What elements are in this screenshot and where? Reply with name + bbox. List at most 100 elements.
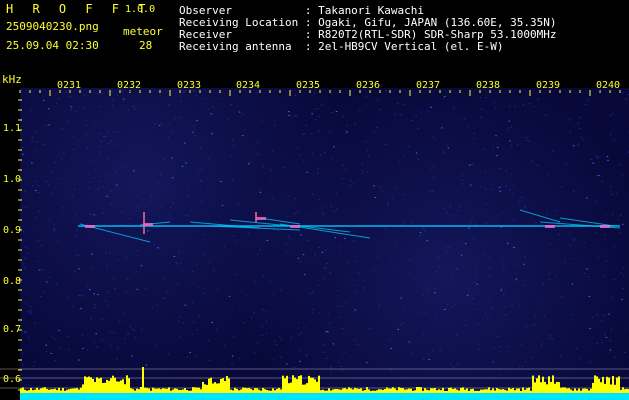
noise-speck xyxy=(390,347,392,349)
noise-speck xyxy=(300,234,302,236)
noise-speck xyxy=(509,140,511,142)
noise-speck xyxy=(588,296,591,298)
noise-speck xyxy=(223,345,226,347)
noise-speck xyxy=(475,269,477,271)
noise-speck xyxy=(510,145,513,147)
noise-speck xyxy=(623,274,625,276)
noise-speck xyxy=(197,173,199,175)
signal-bar xyxy=(158,388,160,393)
noise-speck xyxy=(102,185,104,187)
noise-speck xyxy=(100,146,102,148)
noise-speck xyxy=(129,326,132,328)
signal-bar xyxy=(610,384,612,393)
noise-speck xyxy=(524,205,527,207)
noise-speck xyxy=(94,306,96,308)
noise-speck xyxy=(179,316,181,318)
noise-speck xyxy=(485,188,487,190)
noise-speck xyxy=(622,223,624,225)
signal-bar xyxy=(538,375,540,393)
noise-speck xyxy=(435,139,437,141)
noise-speck xyxy=(274,340,276,342)
signal-bar xyxy=(480,389,482,393)
noise-speck xyxy=(438,265,440,267)
noise-speck xyxy=(419,232,422,234)
signal-bar xyxy=(266,390,268,393)
signal-bar xyxy=(478,390,480,393)
signal-bar xyxy=(164,388,166,393)
noise-speck xyxy=(447,147,450,149)
noise-speck xyxy=(34,180,37,182)
noise-speck xyxy=(514,106,516,107)
noise-speck xyxy=(561,296,563,298)
signal-bar xyxy=(476,390,478,393)
noise-speck xyxy=(63,152,65,154)
noise-speck xyxy=(540,341,543,343)
signal-bar xyxy=(58,387,60,393)
noise-speck xyxy=(515,278,518,280)
noise-speck xyxy=(611,297,613,298)
noise-speck xyxy=(335,111,338,112)
noise-speck xyxy=(335,192,337,194)
signal-bar xyxy=(546,384,548,393)
noise-speck xyxy=(315,119,317,121)
signal-bar xyxy=(562,387,564,393)
noise-speck xyxy=(466,295,469,297)
noise-speck xyxy=(106,265,108,267)
signal-bar xyxy=(260,390,262,393)
noise-speck xyxy=(498,186,501,188)
meteor-echo xyxy=(519,209,561,223)
signal-bar xyxy=(234,387,236,393)
noise-speck xyxy=(603,275,606,277)
noise-speck xyxy=(111,104,114,106)
noise-speck xyxy=(610,329,612,331)
noise-speck xyxy=(163,278,165,280)
noise-speck xyxy=(394,114,396,115)
signal-bar xyxy=(414,390,416,393)
noise-speck xyxy=(99,132,101,134)
noise-speck xyxy=(390,263,393,265)
signal-bar xyxy=(560,387,562,393)
noise-speck xyxy=(37,260,39,262)
noise-speck xyxy=(81,334,84,336)
signal-bar xyxy=(140,387,142,393)
noise-speck xyxy=(329,271,332,273)
noise-speck xyxy=(117,131,119,133)
noise-speck xyxy=(571,237,574,239)
signal-bar xyxy=(354,387,356,393)
signal-bar xyxy=(124,384,126,393)
noise-speck xyxy=(587,276,590,278)
noise-speck xyxy=(208,360,211,362)
noise-speck xyxy=(330,112,333,113)
noise-speck xyxy=(119,116,121,118)
noise-speck xyxy=(228,295,231,297)
signal-bar xyxy=(198,387,200,393)
noise-speck xyxy=(211,133,213,135)
noise-speck xyxy=(135,271,137,273)
noise-speck xyxy=(555,274,557,276)
noise-speck xyxy=(341,328,344,330)
noise-speck xyxy=(342,164,344,166)
noise-speck xyxy=(449,364,452,366)
noise-speck xyxy=(150,196,152,198)
signal-bar xyxy=(126,375,128,393)
noise-speck xyxy=(126,278,129,280)
signal-bar xyxy=(378,389,380,393)
signal-bar xyxy=(28,390,30,393)
noise-speck xyxy=(176,263,178,265)
noise-speck xyxy=(66,120,68,122)
noise-speck xyxy=(271,280,273,282)
noise-speck xyxy=(484,172,487,174)
noise-speck xyxy=(213,269,215,271)
noise-speck xyxy=(93,341,95,343)
signal-bar xyxy=(576,390,578,393)
noise-speck xyxy=(579,117,582,119)
signal-bar xyxy=(512,388,514,393)
signal-bar xyxy=(268,390,270,393)
noise-speck xyxy=(549,243,552,245)
signal-bar xyxy=(418,387,420,393)
noise-speck xyxy=(441,325,443,327)
signal-bar xyxy=(446,391,448,393)
signal-bar xyxy=(190,390,192,393)
noise-speck xyxy=(128,333,130,335)
noise-speck xyxy=(106,195,108,197)
